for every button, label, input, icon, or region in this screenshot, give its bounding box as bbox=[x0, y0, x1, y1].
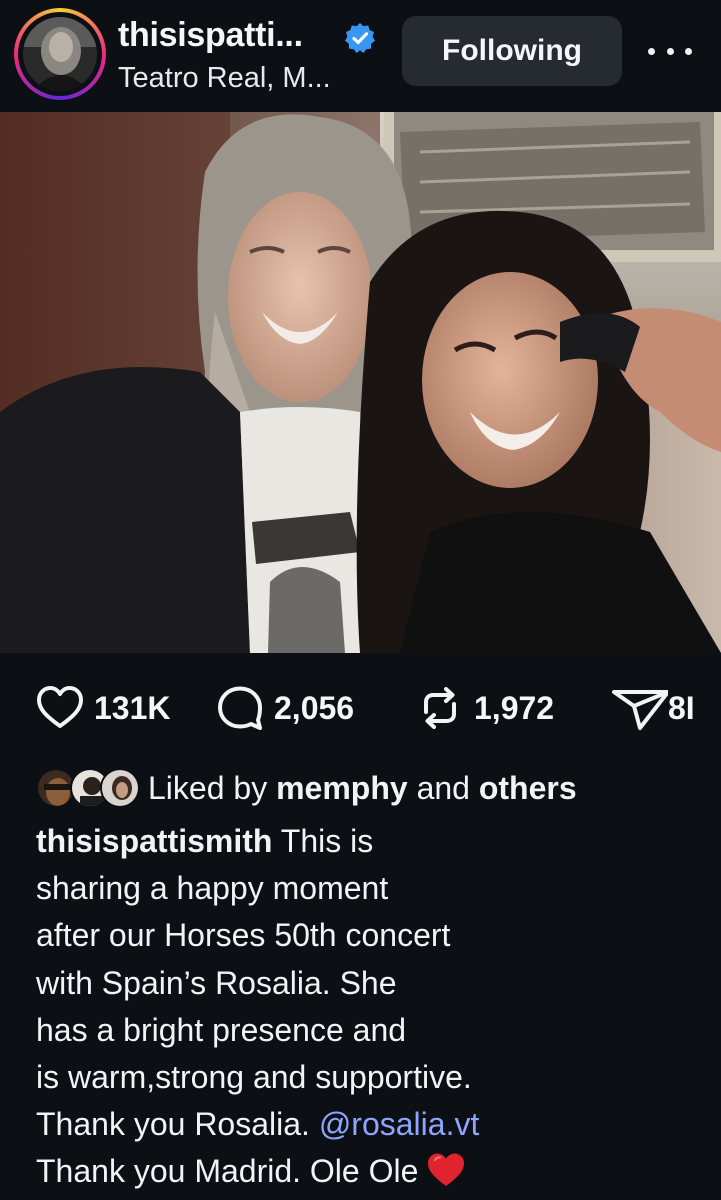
liked-by-user[interactable]: memphy bbox=[276, 770, 408, 806]
send-icon[interactable] bbox=[604, 682, 668, 734]
shares-count: 8I bbox=[668, 689, 695, 726]
heart-icon[interactable] bbox=[34, 682, 86, 734]
post-caption: thisispattismith This is sharing a happy… bbox=[36, 823, 480, 1190]
reposts-count: 1,972 bbox=[474, 689, 555, 726]
caption-author[interactable]: thisispattismith bbox=[36, 823, 272, 859]
comments-count: 2,056 bbox=[274, 689, 355, 726]
share-action[interactable]: 8I bbox=[604, 676, 695, 740]
post-screen: thisispatti... Teatro Real, M... Followi… bbox=[0, 0, 721, 1200]
repost-action[interactable]: 1,972 bbox=[414, 676, 554, 740]
liked-by-avatars bbox=[36, 766, 140, 810]
location-link[interactable]: Teatro Real, M... bbox=[118, 62, 331, 95]
avatar bbox=[100, 768, 140, 808]
like-action[interactable]: 131K bbox=[34, 676, 171, 740]
comment-action[interactable]: 2,056 bbox=[214, 676, 354, 740]
liked-by-others[interactable]: others bbox=[479, 770, 577, 806]
post-header: thisispatti... Teatro Real, M... Followi… bbox=[0, 0, 721, 110]
likes-count: 131K bbox=[94, 689, 171, 726]
repost-icon[interactable] bbox=[414, 682, 466, 734]
post-actions: 131K 2,056 1,972 8I bbox=[0, 676, 721, 746]
red-heart-icon bbox=[428, 1153, 465, 1186]
following-button[interactable]: Following bbox=[402, 16, 622, 86]
liked-by-row[interactable]: Liked by memphy and others bbox=[36, 764, 577, 812]
mention-link[interactable]: @rosalia.vt bbox=[319, 1106, 480, 1142]
story-ring-avatar[interactable] bbox=[14, 8, 106, 100]
post-photo[interactable] bbox=[0, 112, 721, 653]
avatar bbox=[23, 17, 97, 91]
verified-badge-icon bbox=[345, 23, 375, 53]
more-options-icon[interactable] bbox=[648, 36, 692, 66]
username[interactable]: thisispatti... bbox=[118, 16, 303, 55]
liked-by-text: Liked by memphy and others bbox=[148, 769, 577, 806]
comment-bubble-icon[interactable] bbox=[214, 682, 266, 734]
